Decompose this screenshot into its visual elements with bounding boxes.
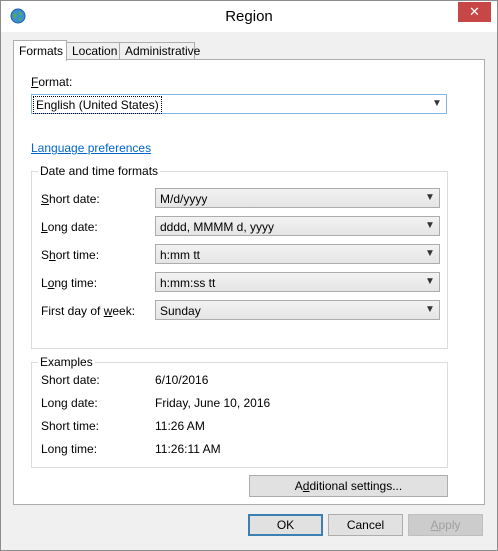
long-time-label: Long time:: [41, 276, 98, 290]
ok-button[interactable]: OK: [248, 514, 323, 536]
language-preferences-link[interactable]: Language preferences: [31, 141, 151, 155]
window-title: Region: [225, 8, 273, 25]
short-date-label: Short date:: [41, 192, 100, 206]
long-date-select[interactable]: dddd, MMMM d, yyyy ▼: [155, 216, 440, 236]
long-date-label: Long date:: [41, 220, 98, 234]
example-long-time-label: Long time:: [41, 442, 98, 456]
short-time-value: h:mm tt: [160, 248, 201, 262]
tab-administrative[interactable]: Administrative: [119, 42, 200, 60]
first-day-of-week-select[interactable]: Sunday ▼: [155, 300, 440, 320]
additional-settings-button[interactable]: Additional settings...: [249, 475, 448, 497]
long-time-select[interactable]: h:mm:ss tt ▼: [155, 272, 440, 292]
title-bar: Region ✕: [1, 1, 497, 32]
examples-group: Examples Short date: 6/10/2016 Long date…: [31, 355, 448, 468]
long-time-value: h:mm:ss tt: [160, 276, 216, 290]
chevron-down-icon: ▼: [425, 304, 435, 315]
chevron-down-icon: ▼: [425, 220, 435, 231]
tab-formats[interactable]: Formats: [13, 40, 67, 61]
tab-location[interactable]: Location: [66, 42, 120, 60]
example-long-date-label: Long date:: [41, 396, 98, 410]
short-time-select[interactable]: h:mm tt ▼: [155, 244, 440, 264]
first-day-of-week-label: First day of week:: [41, 304, 136, 318]
long-date-value: dddd, MMMM d, yyyy: [160, 220, 275, 234]
short-time-label: Short time:: [41, 248, 100, 262]
examples-legend: Examples: [38, 355, 95, 369]
chevron-down-icon: ▼: [425, 276, 435, 287]
example-long-date-value: Friday, June 10, 2016: [155, 396, 271, 410]
example-long-time-value: 11:26:11 AM: [155, 442, 221, 456]
short-date-value: M/d/yyyy: [160, 192, 208, 206]
example-short-date-value: 6/10/2016: [155, 373, 209, 387]
formats-panel: Format: English (United States) ▼ Langua…: [13, 59, 485, 505]
short-date-select[interactable]: M/d/yyyy ▼: [155, 188, 440, 208]
chevron-down-icon: ▼: [425, 248, 435, 259]
close-button[interactable]: ✕: [458, 2, 491, 22]
close-icon: ✕: [469, 4, 480, 19]
example-short-date-label: Short date:: [41, 373, 100, 387]
apply-button[interactable]: Apply: [408, 514, 483, 536]
cancel-button[interactable]: Cancel: [328, 514, 403, 536]
date-time-formats-group: Date and time formats Short date: M/d/yy…: [31, 164, 448, 349]
format-label: Format:: [31, 75, 73, 89]
chevron-down-icon: ▼: [432, 98, 442, 109]
first-day-of-week-value: Sunday: [160, 304, 201, 318]
example-short-time-value: 11:26 AM: [155, 419, 205, 433]
chevron-down-icon: ▼: [425, 192, 435, 203]
region-dialog: Region ✕ Formats Location Administrative…: [0, 0, 498, 551]
example-short-time-label: Short time:: [41, 419, 100, 433]
date-time-formats-legend: Date and time formats: [38, 164, 161, 178]
format-value: English (United States): [33, 96, 162, 114]
format-select[interactable]: English (United States) ▼: [31, 94, 447, 114]
